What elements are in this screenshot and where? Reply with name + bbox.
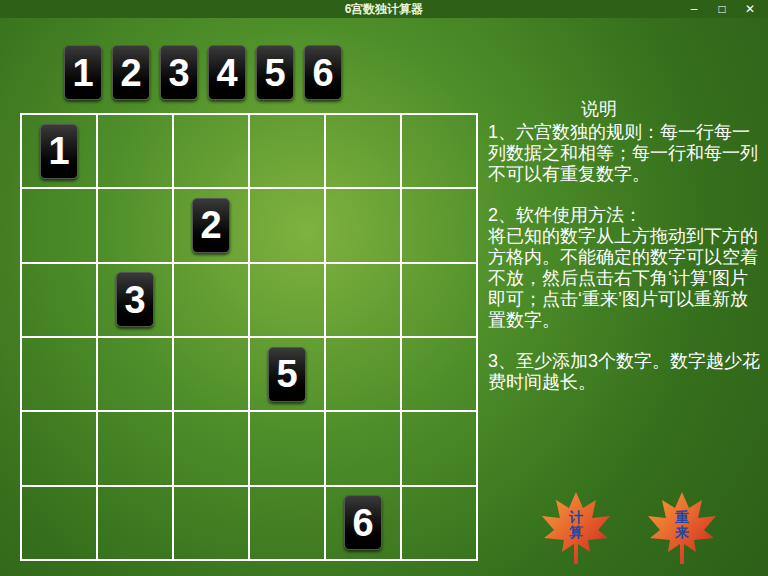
board-cell[interactable] [174, 412, 250, 486]
leaf-label: 计算 [569, 510, 583, 541]
action-buttons: 计算 重来 [488, 490, 762, 566]
board-cell[interactable] [250, 264, 326, 338]
palette-tile[interactable]: 3 [160, 45, 198, 100]
palette-tile[interactable]: 2 [112, 45, 150, 100]
board-tile[interactable]: 2 [192, 198, 230, 253]
board-cell[interactable]: 3 [98, 264, 174, 338]
board-cell[interactable] [22, 189, 98, 263]
board-cell[interactable] [326, 264, 402, 338]
board-cell[interactable] [98, 412, 174, 486]
palette-tile[interactable]: 1 [64, 45, 102, 100]
leaf-button[interactable]: 计算 [540, 490, 612, 566]
left-area: 12345612356 [0, 18, 480, 576]
board-cell[interactable] [98, 338, 174, 412]
board-cell[interactable]: 6 [326, 487, 402, 561]
board-tile[interactable]: 3 [116, 272, 154, 327]
board-cell[interactable] [402, 487, 478, 561]
board-cell[interactable] [174, 338, 250, 412]
board-tile[interactable]: 5 [268, 347, 306, 402]
window-control-button[interactable]: – [680, 0, 708, 18]
window-control-button[interactable]: ✕ [736, 0, 764, 18]
board-cell[interactable] [22, 412, 98, 486]
board-cell[interactable] [402, 189, 478, 263]
instruction-paragraph: 3、至少添加3个数字。数字越少花费时间越长。 [488, 351, 762, 393]
board-cell[interactable] [326, 338, 402, 412]
board-tile[interactable]: 1 [40, 124, 78, 179]
board-cell[interactable] [98, 487, 174, 561]
instructions-heading: 说明 [488, 98, 710, 120]
palette: 123456 [0, 18, 480, 100]
board-cell[interactable] [326, 412, 402, 486]
board-cell[interactable] [402, 412, 478, 486]
board-cell[interactable] [250, 487, 326, 561]
title-bar: 6宫数独计算器–□✕ [0, 0, 768, 18]
board-cell[interactable] [174, 264, 250, 338]
board-cell[interactable] [174, 115, 250, 189]
board-cell[interactable] [402, 338, 478, 412]
board-cell[interactable]: 5 [250, 338, 326, 412]
sudoku-board: 1 23 5 6 [20, 113, 478, 561]
board-cell[interactable] [98, 189, 174, 263]
board-cell[interactable] [22, 487, 98, 561]
leaf-label: 重来 [675, 510, 689, 541]
palette-tile[interactable]: 4 [208, 45, 246, 100]
board-cell[interactable] [326, 189, 402, 263]
instruction-paragraph: 1、六宫数独的规则：每一行每一列数据之和相等；每一行和每一列不可以有重复数字。 [488, 122, 762, 185]
instruction-paragraph: 2、软件使用方法：将已知的数字从上方拖动到下方的方格内。不能确定的数字可以空着不… [488, 205, 762, 331]
board-cell[interactable] [250, 189, 326, 263]
board-cell[interactable] [22, 264, 98, 338]
app-window: 6宫数独计算器–□✕12345612356说明1、六宫数独的规则：每一行每一列数… [0, 0, 768, 576]
window-control-button[interactable]: □ [708, 0, 736, 18]
board-tile[interactable]: 6 [344, 495, 382, 550]
board-cell[interactable] [174, 487, 250, 561]
board-cell[interactable]: 2 [174, 189, 250, 263]
palette-tile[interactable]: 6 [304, 45, 342, 100]
board-cell[interactable] [402, 264, 478, 338]
board-cell[interactable] [22, 338, 98, 412]
board-cell[interactable] [402, 115, 478, 189]
palette-tile[interactable]: 5 [256, 45, 294, 100]
window-title: 6宫数独计算器 [0, 0, 768, 18]
instructions-panel: 说明1、六宫数独的规则：每一行每一列数据之和相等；每一行和每一列不可以有重复数字… [480, 18, 768, 576]
board-cell[interactable] [98, 115, 174, 189]
board-cell[interactable] [250, 115, 326, 189]
board-cell[interactable] [326, 115, 402, 189]
board-cell[interactable]: 1 [22, 115, 98, 189]
board-cell[interactable] [250, 412, 326, 486]
leaf-button[interactable]: 重来 [646, 490, 718, 566]
